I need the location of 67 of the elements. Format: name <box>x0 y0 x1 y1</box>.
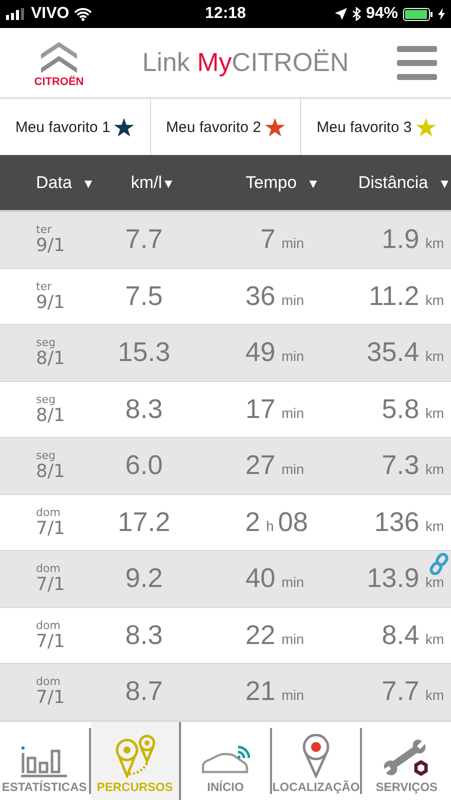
charging-icon <box>438 8 445 20</box>
trip-distance: 136 km <box>373 506 444 538</box>
wrench-nut-icon <box>384 738 430 778</box>
battery-percent: 94% <box>366 5 398 23</box>
column-header[interactable]: Tempo ▼ <box>246 172 344 192</box>
menu-icon <box>397 46 437 80</box>
trip-row[interactable]: dom 7/1 17.2 2 h 08 136 km <box>0 494 451 551</box>
trip-row[interactable]: seg 8/1 15.3 49 min 35.4 km <box>0 325 451 382</box>
trip-row[interactable]: dom 7/1 8.3 22 min 8.4 km <box>0 608 451 664</box>
trip-date: dom 7/1 <box>36 675 66 708</box>
trip-distance: 5.8 km <box>380 394 444 425</box>
trip-row[interactable]: seg 8/1 8.3 17 min 5.8 km <box>0 382 451 438</box>
trip-duration: 49 min <box>244 337 305 368</box>
trip-distance: 13.9 km <box>366 563 444 594</box>
nav-tab[interactable]: ESTATÍSTICAS <box>0 728 91 794</box>
location-arrow-icon <box>334 8 347 20</box>
trip-duration: 27 min <box>244 450 305 482</box>
menu-button[interactable] <box>397 46 437 80</box>
trip-duration: 7 min <box>259 224 305 256</box>
fuel-economy: 8.7 <box>124 676 164 708</box>
trip-distance: 8.4 km <box>380 620 444 651</box>
column-header[interactable]: Distância ▼ <box>358 172 451 192</box>
fuel-economy: 6.0 <box>124 450 164 482</box>
carrier-name: VIVO <box>31 5 70 23</box>
trip-distance: 7.7 km <box>380 676 444 708</box>
column-header[interactable]: Data ▼ <box>36 172 115 192</box>
fuel-economy: 9.2 <box>124 563 164 594</box>
trip-distance: 11.2 km <box>368 280 444 312</box>
trip-date: dom 7/1 <box>36 562 66 596</box>
signal-icon <box>6 8 26 20</box>
trip-row[interactable]: dom 7/1 8.7 21 min 7.7 km <box>0 664 451 720</box>
trip-duration: 2 h 08 <box>244 506 308 538</box>
nav-tab[interactable]: LOCALIZAÇÃO <box>272 728 362 794</box>
trip-duration: 40 min <box>244 563 305 594</box>
trip-date: dom 7/1 <box>36 506 66 539</box>
trip-date: seg 8/1 <box>36 336 66 370</box>
battery-icon <box>402 8 433 20</box>
trip-distance: 1.9 km <box>380 224 444 256</box>
trip-date: ter 9/1 <box>36 280 66 313</box>
column-header[interactable]: km/l▼ <box>130 172 210 192</box>
trip-duration: 17 min <box>244 394 305 425</box>
trip-row[interactable]: seg 8/1 6.0 27 min 7.3 km <box>0 438 451 494</box>
trip-duration: 22 min <box>244 620 305 651</box>
trip-row[interactable]: dom 7/1 9.2 40 min 13.9 km <box>0 551 451 608</box>
trip-distance: 7.3 km <box>380 450 444 482</box>
trip-date: seg 8/1 <box>36 392 66 426</box>
trip-distance: 35.4 km <box>366 337 444 368</box>
trip-row[interactable]: ter 9/1 7.5 36 min 11.2 km <box>0 268 451 325</box>
trip-date: ter 9/1 <box>36 223 66 256</box>
fuel-economy: 8.3 <box>124 394 164 425</box>
trip-row[interactable]: ter 9/1 7.7 7 min 1.9 km <box>0 212 451 268</box>
trip-duration: 36 min <box>244 280 305 312</box>
fuel-economy: 17.2 <box>116 506 172 538</box>
bar-chart-icon <box>20 744 68 778</box>
fuel-economy: 8.3 <box>124 620 164 651</box>
status-time: 12:18 <box>205 5 246 23</box>
fuel-economy: 7.7 <box>124 224 164 256</box>
bluetooth-icon <box>352 7 361 21</box>
trip-duration: 21 min <box>244 676 305 708</box>
app-title: Link MyCITROËN <box>141 47 350 78</box>
map-pin-icon <box>301 734 332 778</box>
trip-date: dom 7/1 <box>36 618 66 652</box>
fuel-economy: 7.5 <box>124 280 164 312</box>
fuel-economy: 15.3 <box>116 337 172 368</box>
trip-date: seg 8/1 <box>36 449 66 482</box>
wifi-icon <box>74 8 92 20</box>
brand-logo-text: CITROËN <box>34 76 84 88</box>
